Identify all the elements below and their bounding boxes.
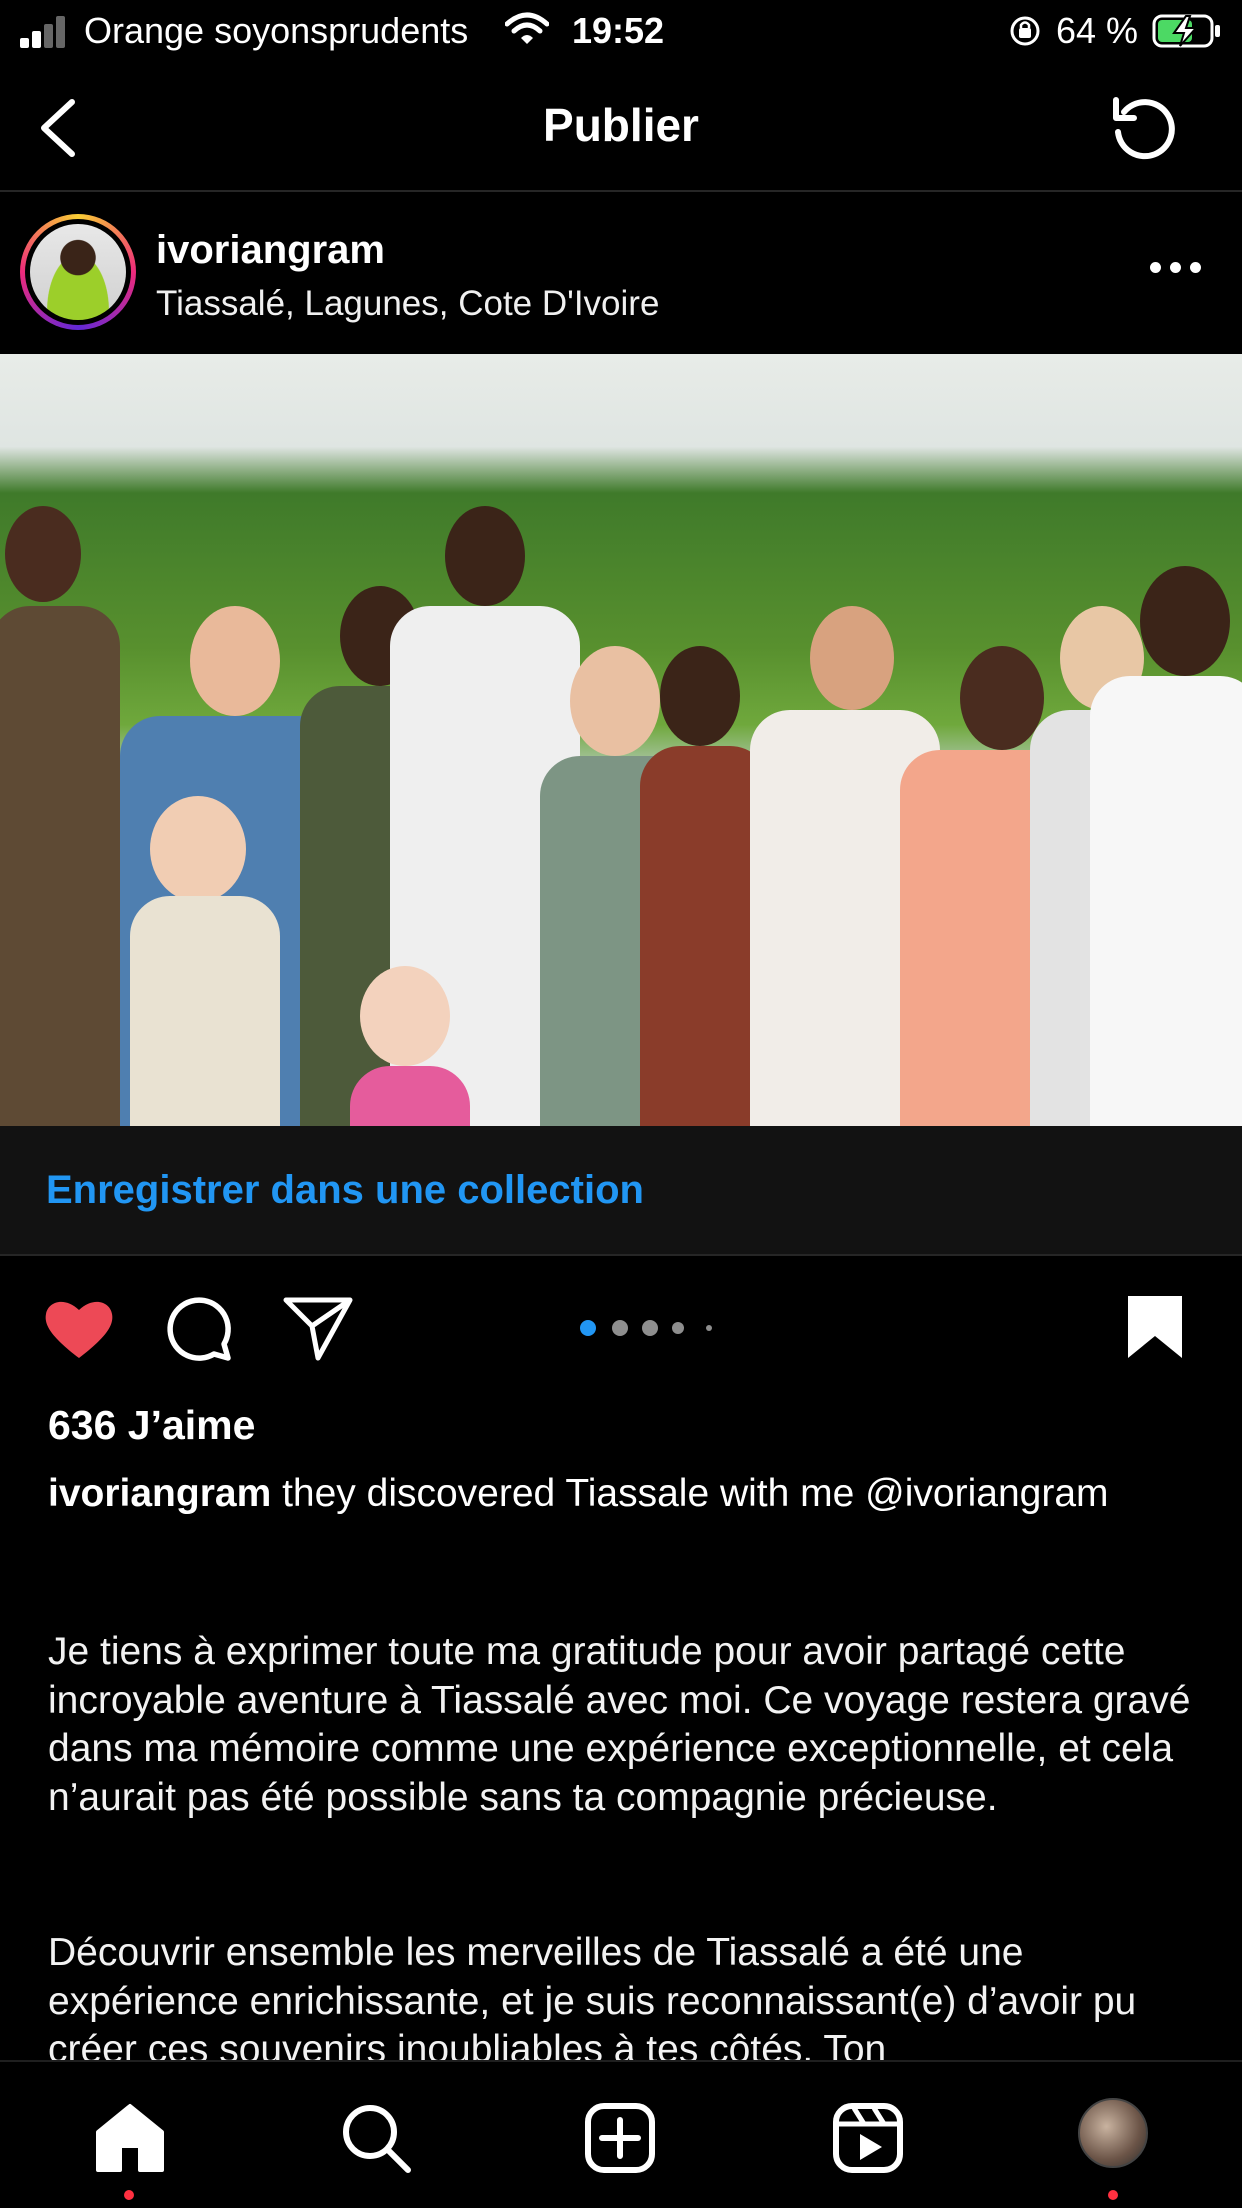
profile-avatar[interactable] bbox=[1078, 2098, 1148, 2168]
avatar-image bbox=[30, 224, 126, 320]
save-to-collection-link[interactable]: Enregistrer dans une collection bbox=[46, 1168, 644, 1213]
comment-icon[interactable] bbox=[164, 1294, 234, 1364]
photo-figure bbox=[1090, 566, 1242, 1126]
profile-notification-dot bbox=[1108, 2190, 1118, 2200]
refresh-icon[interactable] bbox=[1106, 90, 1180, 164]
top-nav-bar: Publier bbox=[0, 64, 1242, 192]
page-title: Publier bbox=[543, 99, 699, 151]
post-caption: ivoriangram they discovered Tiassale wit… bbox=[48, 1470, 1198, 1518]
bottom-tab-bar bbox=[0, 2060, 1242, 2208]
photo-figure bbox=[0, 506, 120, 1126]
search-icon[interactable] bbox=[340, 2102, 412, 2174]
rotation-lock-icon bbox=[1010, 16, 1040, 46]
post-photo[interactable] bbox=[0, 354, 1242, 1126]
carrier-name: Orange soyonsprudents bbox=[84, 10, 469, 51]
caption-text: they discovered Tiassale with me @ivoria… bbox=[271, 1472, 1109, 1515]
share-icon[interactable] bbox=[282, 1294, 354, 1362]
photo-figure bbox=[120, 796, 280, 1126]
story-avatar[interactable] bbox=[20, 214, 136, 330]
caption-paragraph: Découvrir ensemble les merveilles de Tia… bbox=[48, 1931, 1137, 2060]
battery-percent: 64 % bbox=[1056, 10, 1139, 51]
post-location[interactable]: Tiassalé, Lagunes, Cote D'Ivoire bbox=[156, 284, 659, 324]
home-notification-dot bbox=[124, 2190, 134, 2200]
photo-figure bbox=[350, 966, 470, 1126]
home-icon[interactable] bbox=[94, 2102, 166, 2174]
wifi-icon bbox=[505, 12, 549, 44]
likes-count[interactable]: 636 J’aime bbox=[48, 1402, 255, 1449]
carousel-indicator bbox=[580, 1318, 720, 1338]
bookmark-icon[interactable] bbox=[1124, 1294, 1186, 1360]
heart-icon[interactable] bbox=[42, 1296, 116, 1362]
save-to-collection-banner[interactable]: Enregistrer dans une collection bbox=[0, 1126, 1242, 1256]
more-options-icon[interactable] bbox=[1150, 258, 1204, 278]
post-header: ivoriangram Tiassalé, Lagunes, Cote D'Iv… bbox=[0, 194, 1242, 352]
battery-charging-icon bbox=[1152, 14, 1220, 48]
post-username[interactable]: ivoriangram bbox=[156, 228, 385, 273]
create-icon[interactable] bbox=[584, 2102, 656, 2174]
clock: 19:52 bbox=[572, 10, 665, 51]
caption-username[interactable]: ivoriangram bbox=[48, 1472, 271, 1515]
caption-paragraph: Je tiens à exprimer toute ma gratitude p… bbox=[48, 1630, 1191, 1819]
post-action-bar bbox=[0, 1258, 1242, 1408]
signal-icon bbox=[20, 14, 70, 48]
reels-icon[interactable] bbox=[832, 2102, 904, 2174]
status-bar: Orange soyonsprudents 19:52 64 % bbox=[0, 0, 1242, 64]
